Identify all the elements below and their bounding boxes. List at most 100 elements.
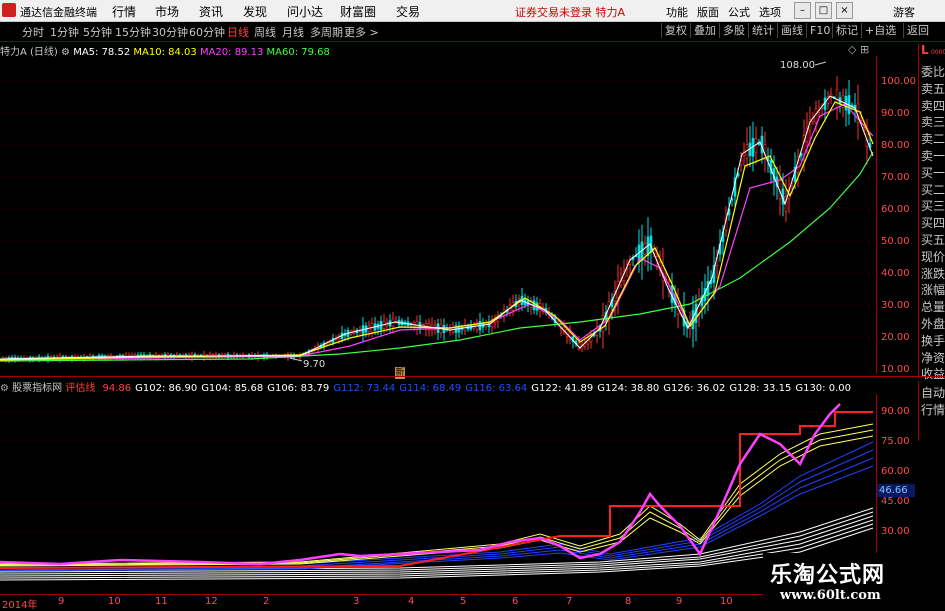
time-label: 2 xyxy=(263,596,270,607)
auto-label[interactable]: 自动 xyxy=(921,384,945,401)
period-tick[interactable]: 分时 xyxy=(22,24,44,40)
side-item[interactable]: 涨幅 xyxy=(921,281,945,298)
multi-stock-button[interactable]: 多股 xyxy=(719,23,748,38)
side-item[interactable]: 卖二 xyxy=(921,130,945,147)
indicator-value: 94.86 xyxy=(102,383,132,394)
add-watchlist-button[interactable]: +自选 xyxy=(861,23,899,38)
f10-button[interactable]: F10 xyxy=(806,23,833,38)
indicator-value: G104: 85.68 xyxy=(201,383,264,394)
corner-sub-label: 0000 xyxy=(931,49,945,56)
time-axis: 2014年 9 10 11 12 2 3 4 5 6 7 8 9 10 xyxy=(0,594,876,611)
high-annotation: 108.00 xyxy=(780,60,827,71)
side-item[interactable]: 收益 xyxy=(921,365,945,382)
menu-function[interactable]: 功能 xyxy=(666,4,688,20)
draw-line-button[interactable]: 画线 xyxy=(777,23,806,38)
menu-market[interactable]: 市场 xyxy=(155,3,179,20)
period-more[interactable]: 更多 > xyxy=(344,24,379,40)
side-item[interactable]: 净资 xyxy=(921,349,945,366)
menu-news[interactable]: 资讯 xyxy=(199,3,223,20)
indicator-value: G122: 41.89 xyxy=(531,383,594,394)
price-axis: 100.00 90.00 80.00 70.00 60.00 50.00 40.… xyxy=(876,56,917,375)
rights-adjust-button[interactable]: 复权 xyxy=(661,23,690,38)
axis-tick: 10.00 xyxy=(881,364,910,375)
menu-discover[interactable]: 发现 xyxy=(243,3,267,20)
ind-axis-tick: 90.00 xyxy=(881,406,910,417)
time-label: 12 xyxy=(205,596,218,607)
time-label: 3 xyxy=(353,596,360,607)
time-label: 10 xyxy=(720,596,733,607)
back-button[interactable]: 返回 xyxy=(903,23,932,38)
menu-formula[interactable]: 公式 xyxy=(728,4,750,20)
time-label: 10 xyxy=(108,596,121,607)
indicator-value: G106: 83.79 xyxy=(267,383,330,394)
side-item[interactable]: 现价 xyxy=(921,248,945,265)
ma60-line xyxy=(0,151,874,362)
period-monthly[interactable]: 月线 xyxy=(282,24,304,40)
time-label: 9 xyxy=(676,596,683,607)
period-daily[interactable]: 日线 xyxy=(227,24,249,40)
menu-quotes[interactable]: 行情 xyxy=(112,3,136,20)
menu-ask[interactable]: 问小达 xyxy=(287,3,323,20)
side-item[interactable]: 买四 xyxy=(921,214,945,231)
ma-info-line: 特力A (日线) ⚙ MA5: 78.52 MA10: 84.03 MA20: … xyxy=(0,43,330,58)
time-label: 8 xyxy=(625,596,632,607)
time-label: 7 xyxy=(566,596,573,607)
indicator-name[interactable]: 股票指标网 xyxy=(12,383,62,394)
side-item[interactable]: 总量 xyxy=(921,298,945,315)
side-item[interactable]: 涨跌 xyxy=(921,265,945,282)
period-60min[interactable]: 60分钟 xyxy=(189,24,225,40)
indicator-label: 评估线 xyxy=(65,383,96,394)
time-label: 11 xyxy=(155,596,168,607)
menu-wealth[interactable]: 财富圈 xyxy=(340,3,376,20)
indicator-settings-icon[interactable]: ⚙ xyxy=(0,383,9,394)
period-1min[interactable]: 1分钟 xyxy=(50,24,79,40)
current-value-badge: 46.66 xyxy=(877,484,915,497)
ind-axis-tick: 45.00 xyxy=(881,496,910,507)
quote-label[interactable]: 行情 xyxy=(921,401,945,418)
menu-options[interactable]: 选项 xyxy=(759,4,781,20)
side-item[interactable]: 委比 xyxy=(921,63,945,80)
side-item[interactable]: 买三 xyxy=(921,197,945,214)
period-15min[interactable]: 15分钟 xyxy=(115,24,151,40)
expand-diamond-icon[interactable]: ◇ ⊞ xyxy=(848,43,869,56)
close-icon[interactable]: × xyxy=(836,2,853,19)
side-item[interactable]: 买五 xyxy=(921,231,945,248)
menu-trade[interactable]: 交易 xyxy=(396,3,420,20)
overlay-button[interactable]: 叠加 xyxy=(690,23,719,38)
news-badge-icon[interactable]: 新 xyxy=(395,367,405,379)
indicator-chart[interactable] xyxy=(0,394,876,592)
statistics-button[interactable]: 统计 xyxy=(748,23,777,38)
side-item[interactable]: 买一 xyxy=(921,164,945,181)
indicator-grid xyxy=(0,411,876,533)
indicator-value: G102: 86.90 xyxy=(135,383,198,394)
watermark-url: www.60lt.com xyxy=(780,588,881,603)
period-weekly[interactable]: 周线 xyxy=(254,24,276,40)
side-item[interactable]: 外盘 xyxy=(921,315,945,332)
grid-lines xyxy=(0,80,876,338)
mark-button[interactable]: 标记 xyxy=(832,23,861,38)
axis-tick: 90.00 xyxy=(881,108,910,119)
time-label: 9 xyxy=(58,596,65,607)
ma10-line xyxy=(0,101,874,361)
period-30min[interactable]: 30分钟 xyxy=(152,24,188,40)
kline-chart[interactable]: 108.00 9.70 xyxy=(0,56,876,374)
menu-layout[interactable]: 版面 xyxy=(697,4,719,20)
quote-side-panel: L 0000 委比 卖五 卖四 卖三 卖二 卖一 买一 买二 买三 买四 买五 现价 涨跌 涨幅 总量 外盘换… xyxy=(918,43,945,381)
side-item[interactable]: 换手 xyxy=(921,332,945,349)
high-label: 108.00 xyxy=(780,60,815,71)
side-item[interactable]: 卖三 xyxy=(921,113,945,130)
side-item[interactable]: 买二 xyxy=(921,181,945,198)
period-multi[interactable]: 多周期 xyxy=(310,24,343,40)
indicator-value: G114: 68.49 xyxy=(399,383,462,394)
maximize-icon[interactable]: □ xyxy=(815,2,832,19)
side-item[interactable]: 卖四 xyxy=(921,97,945,114)
indicator-value: G126: 36.02 xyxy=(663,383,726,394)
app-title: 通达信金融终端 xyxy=(20,6,97,19)
minimize-icon[interactable]: – xyxy=(794,2,811,19)
axis-tick: 30.00 xyxy=(881,300,910,311)
side-item[interactable]: 卖一 xyxy=(921,147,945,164)
period-5min[interactable]: 5分钟 xyxy=(83,24,112,40)
guest-label[interactable]: 游客 xyxy=(893,4,915,20)
side-item[interactable]: 卖五 xyxy=(921,80,945,97)
time-label: 6 xyxy=(512,596,519,607)
